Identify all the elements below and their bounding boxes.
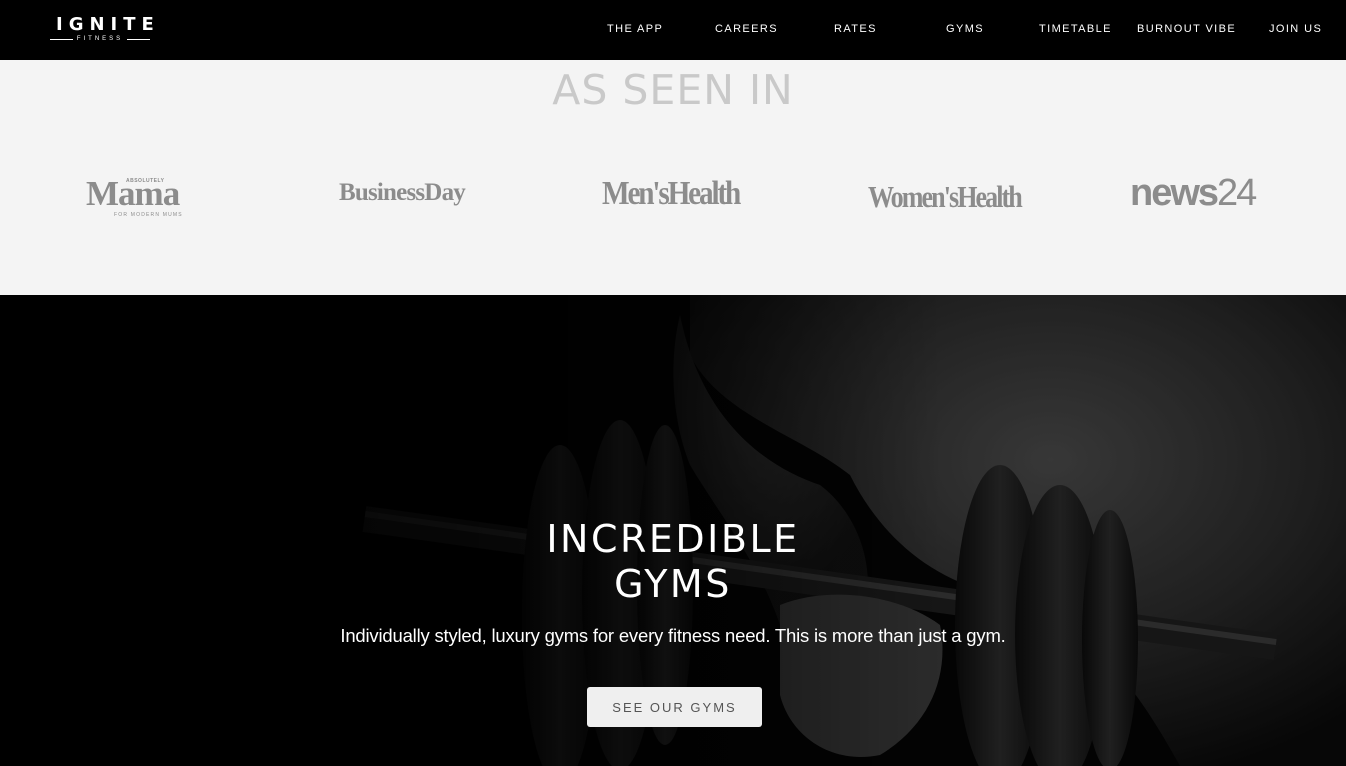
nav-item-rates[interactable]: RATES — [834, 23, 877, 35]
as-seen-in-section: AS SEEN IN Mama ABSOLUTELY FOR MODERN MU… — [0, 60, 1346, 295]
hero-title: INCREDIBLE GYMS — [0, 517, 1346, 607]
mama-small-text: ABSOLUTELY — [126, 178, 165, 184]
logo-subtitle: FITNESS — [76, 36, 124, 42]
news24-number: 24 — [1217, 172, 1257, 214]
nav-item-gyms[interactable]: GYMS — [946, 23, 984, 35]
logo-wordmark: IGNITE — [56, 14, 160, 35]
mens-health-logo: Men'sHealth — [602, 175, 741, 212]
as-seen-in-title: AS SEEN IN — [552, 66, 794, 114]
see-our-gyms-button[interactable]: SEE OUR GYMS — [587, 687, 762, 727]
nav-item-burnout-vibe[interactable]: BURNOUT VIBE — [1137, 23, 1236, 35]
logo-subline: FITNESS — [50, 36, 150, 43]
mama-tagline: FOR MODERN MUMS — [114, 212, 183, 218]
businessday-logo: BusinessDay — [339, 179, 466, 206]
top-navigation: IGNITE FITNESS THE APP CAREERS RATES GYM… — [0, 0, 1346, 60]
news24-logo: news24 — [1130, 172, 1257, 215]
hero-description: Individually styled, luxury gyms for eve… — [340, 625, 1006, 646]
hero-title-line-2: GYMS — [614, 562, 732, 606]
nav-item-careers[interactable]: CAREERS — [715, 23, 778, 35]
nav-item-timetable[interactable]: TIMETABLE — [1039, 23, 1112, 35]
logo-rule-left — [50, 39, 73, 40]
absolutely-mama-logo: Mama ABSOLUTELY FOR MODERN MUMS — [86, 175, 210, 220]
incredible-gyms-hero: INCREDIBLE GYMS Individually styled, lux… — [0, 295, 1346, 766]
news24-word: news — [1130, 172, 1219, 214]
logo-rule-right — [127, 39, 150, 40]
womens-health-logo: Women'sHealth — [868, 179, 1023, 214]
nav-item-the-app[interactable]: THE APP — [607, 23, 663, 35]
nav-item-join-us[interactable]: JOIN US — [1269, 23, 1322, 35]
hero-title-line-1: INCREDIBLE — [546, 517, 800, 561]
ignite-fitness-logo[interactable]: IGNITE FITNESS — [50, 14, 160, 44]
